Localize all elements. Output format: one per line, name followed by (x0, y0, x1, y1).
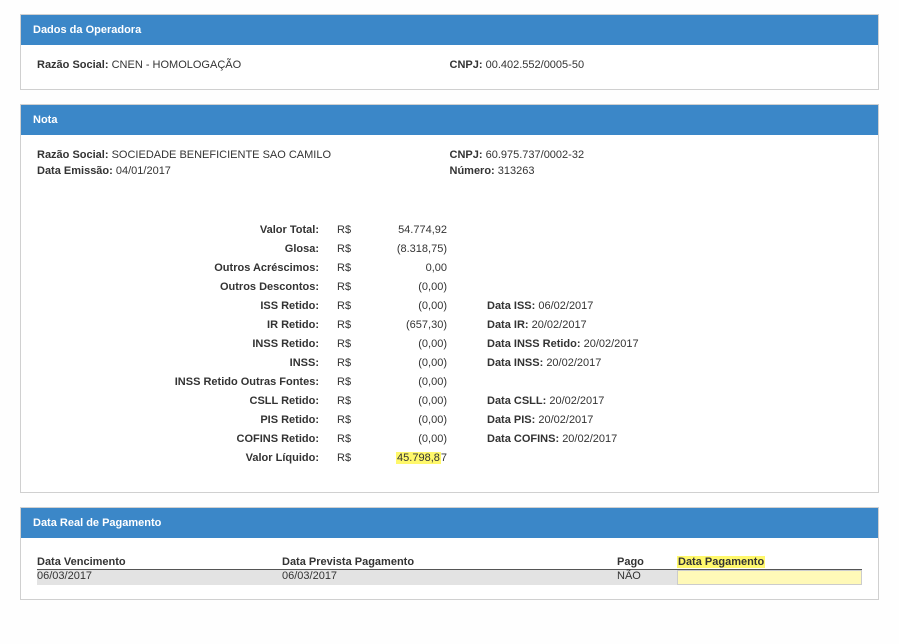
pagamento-panel-header: Data Real de Pagamento (21, 508, 878, 538)
data-inssret-value: 20/02/2017 (584, 338, 639, 350)
data-inssret-label: Data INSS Retido: (487, 338, 581, 350)
cofins-retido-value: (0,00) (367, 430, 447, 449)
glosa-label: Glosa: (37, 240, 319, 259)
nota-numero-label: Número: (450, 165, 495, 177)
data-iss-label: Data ISS: (487, 300, 535, 312)
currency: R$ (337, 316, 367, 335)
nota-emissao-value: 04/01/2017 (116, 165, 171, 177)
data-pis-value: 20/02/2017 (538, 414, 593, 426)
currency: R$ (337, 373, 367, 392)
data-cofins-label: Data COFINS: (487, 433, 559, 445)
nota-panel-body: Razão Social: SOCIEDADE BENEFICIENTE SAO… (21, 135, 878, 492)
pagamento-panel: Data Real de Pagamento Data Vencimento D… (20, 507, 879, 600)
nota-numero-value: 313263 (498, 165, 535, 177)
pagamento-panel-body: Data Vencimento Data Prevista Pagamento … (21, 542, 878, 599)
table-row: 06/03/2017 06/03/2017 NÃO (37, 570, 862, 585)
pis-retido-value: (0,00) (367, 411, 447, 430)
data-csll-value: 20/02/2017 (549, 395, 604, 407)
cell-pago: NÃO (617, 570, 677, 585)
operadora-cnpj-label: CNPJ: (450, 59, 483, 71)
nota-panel: Nota Razão Social: SOCIEDADE BENEFICIENT… (20, 104, 879, 493)
data-pis-label: Data PIS: (487, 414, 535, 426)
nota-emissao-label: Data Emissão: (37, 165, 113, 177)
ir-retido-label: IR Retido: (37, 316, 319, 335)
nota-razao-label: Razão Social: (37, 149, 109, 161)
nota-razao-value: SOCIEDADE BENEFICIENTE SAO CAMILO (112, 149, 331, 161)
col-data-pagamento: Data Pagamento (677, 556, 862, 570)
currency: R$ (337, 392, 367, 411)
outros-acrescimos-label: Outros Acréscimos: (37, 259, 319, 278)
valor-total-value: 54.774,92 (367, 221, 447, 240)
col-data-prevista: Data Prevista Pagamento (282, 556, 617, 570)
currency: R$ (337, 411, 367, 430)
col-pago: Pago (617, 556, 677, 570)
currency: R$ (337, 354, 367, 373)
cell-data-prevista: 06/03/2017 (282, 570, 617, 585)
cofins-retido-label: COFINS Retido: (37, 430, 319, 449)
ir-retido-value: (657,30) (367, 316, 447, 335)
nota-cnpj-label: CNPJ: (450, 149, 483, 161)
data-cofins-value: 20/02/2017 (562, 433, 617, 445)
valor-total-label: Valor Total: (37, 221, 319, 240)
valor-liquido-label: Valor Líquido: (37, 449, 319, 468)
operadora-cnpj-value: 00.402.552/0005-50 (486, 59, 584, 71)
currency: R$ (337, 335, 367, 354)
outros-descontos-label: Outros Descontos: (37, 278, 319, 297)
currency: R$ (337, 449, 367, 468)
operadora-panel-body: Razão Social: CNEN - HOMOLOGAÇÃO CNPJ: 0… (21, 45, 878, 89)
operadora-razao-value: CNEN - HOMOLOGAÇÃO (112, 59, 242, 71)
currency: R$ (337, 259, 367, 278)
inss-retido-outras-label: INSS Retido Outras Fontes: (37, 373, 319, 392)
cell-data-vencimento: 06/03/2017 (37, 570, 282, 585)
currency: R$ (337, 240, 367, 259)
csll-retido-label: CSLL Retido: (37, 392, 319, 411)
col-data-vencimento: Data Vencimento (37, 556, 282, 570)
data-ir-label: Data IR: (487, 319, 529, 331)
data-pagamento-input[interactable] (677, 570, 862, 585)
data-inss-label: Data INSS: (487, 357, 543, 369)
data-iss-value: 06/02/2017 (538, 300, 593, 312)
currency: R$ (337, 278, 367, 297)
outros-descontos-value: (0,00) (367, 278, 447, 297)
operadora-razao-label: Razão Social: (37, 59, 109, 71)
iss-retido-value: (0,00) (367, 297, 447, 316)
finance-section: Valor Total: Glosa: Outros Acréscimos: O… (37, 221, 862, 468)
inss-value: (0,00) (367, 354, 447, 373)
pis-retido-label: PIS Retido: (37, 411, 319, 430)
outros-acrescimos-value: 0,00 (367, 259, 447, 278)
iss-retido-label: ISS Retido: (37, 297, 319, 316)
nota-panel-header: Nota (21, 105, 878, 135)
nota-cnpj-value: 60.975.737/0002-32 (486, 149, 584, 161)
inss-retido-outras-value: (0,00) (367, 373, 447, 392)
operadora-panel-header: Dados da Operadora (21, 15, 878, 45)
data-ir-value: 20/02/2017 (532, 319, 587, 331)
inss-label: INSS: (37, 354, 319, 373)
inss-retido-label: INSS Retido: (37, 335, 319, 354)
data-inss-value: 20/02/2017 (546, 357, 601, 369)
currency: R$ (337, 221, 367, 240)
operadora-panel: Dados da Operadora Razão Social: CNEN - … (20, 14, 879, 90)
valor-liquido-value: 45.798,87 (367, 449, 447, 468)
data-csll-label: Data CSLL: (487, 395, 546, 407)
csll-retido-value: (0,00) (367, 392, 447, 411)
currency: R$ (337, 430, 367, 449)
glosa-value: (8.318,75) (367, 240, 447, 259)
currency: R$ (337, 297, 367, 316)
inss-retido-value: (0,00) (367, 335, 447, 354)
